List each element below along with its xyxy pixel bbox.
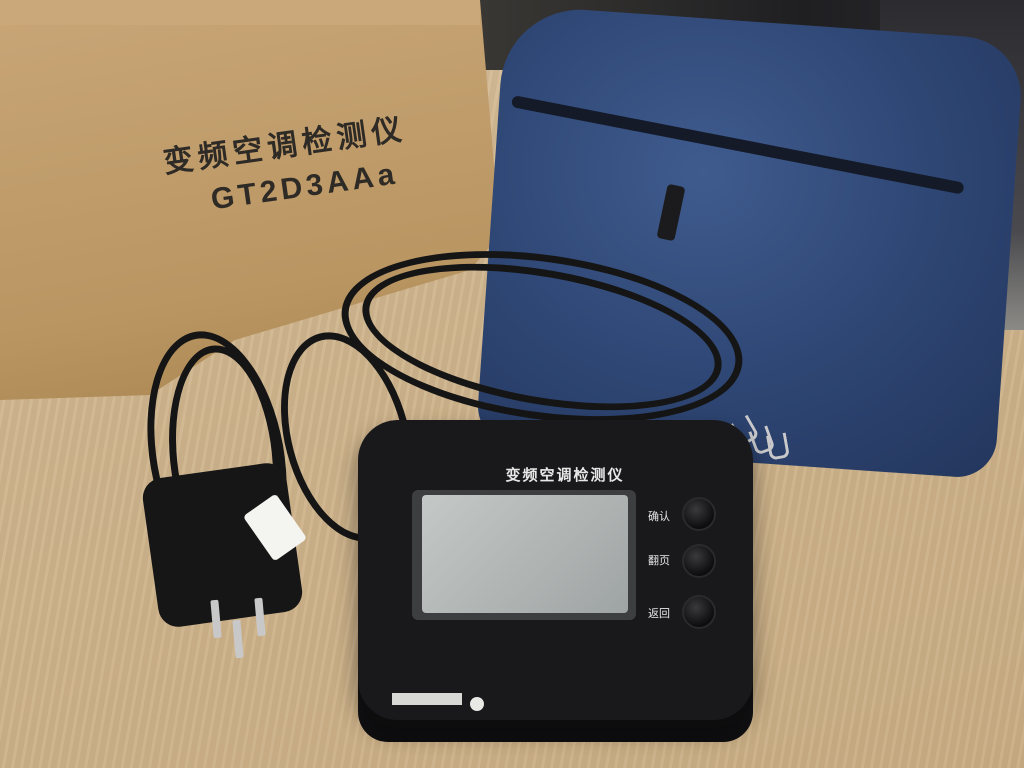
circle-logo-icon: [470, 697, 484, 711]
photo-scene: 变频空调检测仪 GT2D3AAa 变频空调检测仪 确认 翻页 返回: [0, 0, 1024, 768]
lcd-screen: [422, 495, 628, 613]
fork-terminal: [765, 432, 791, 461]
device-title: 变频空调检测仪: [505, 466, 625, 484]
barcode-sticker: [392, 693, 462, 705]
cardboard-box-flap: [0, 0, 480, 25]
page-button[interactable]: [682, 544, 716, 578]
back-button[interactable]: [682, 595, 716, 629]
confirm-button[interactable]: [682, 497, 716, 531]
